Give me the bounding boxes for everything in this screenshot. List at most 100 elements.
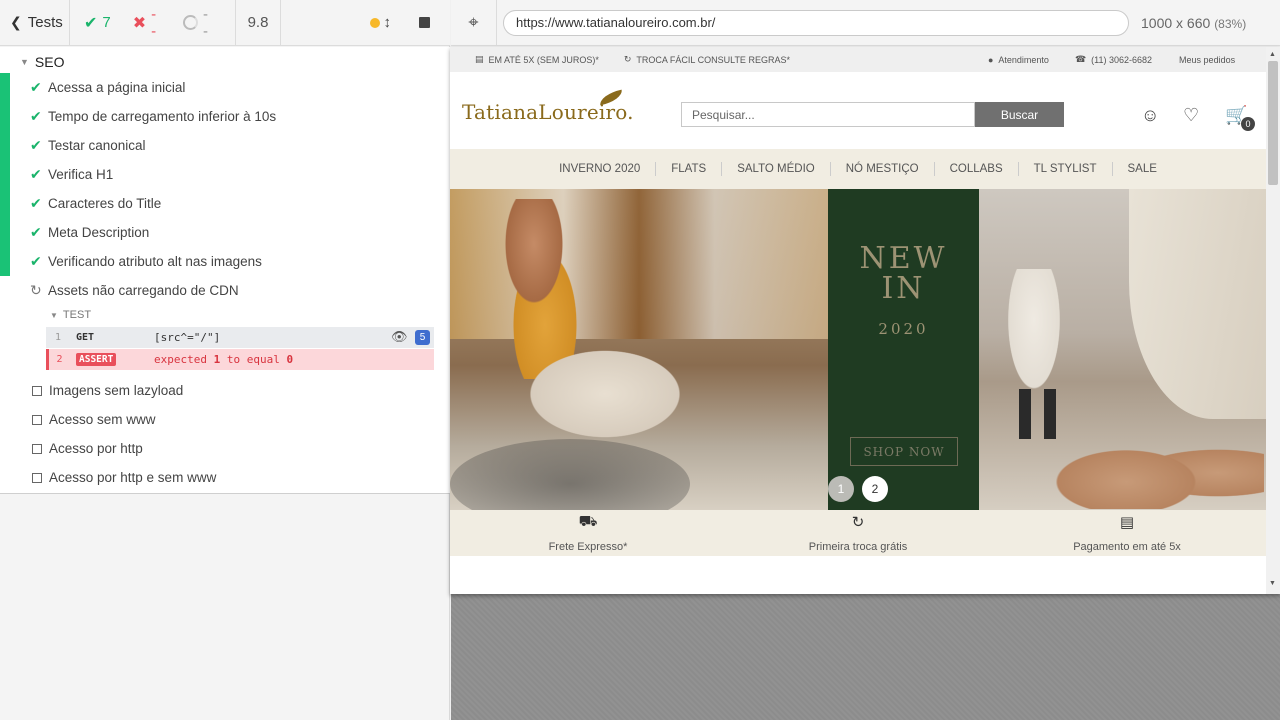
- site-nav: INVERNO 2020 FLATS SALTO MÉDIO NÓ MESTIÇ…: [450, 149, 1266, 189]
- refresh-icon: ↻: [30, 282, 42, 298]
- test-item[interactable]: ✔ Caracteres do Title: [30, 189, 161, 218]
- shop-now-button[interactable]: SHOP NOW: [850, 437, 958, 466]
- test-title: Assets não carregando de CDN: [48, 283, 239, 298]
- benefit-shipping: ⛟ Frete Expresso*: [488, 510, 688, 556]
- runner-controls: ↕: [281, 0, 450, 46]
- test-item-pending[interactable]: Acesso por http e sem www: [30, 463, 216, 492]
- stop-button[interactable]: [419, 17, 430, 28]
- test-title: Testar canonical: [48, 138, 146, 153]
- passed-indicator-bar: [0, 73, 10, 276]
- benefit-label: Pagamento em até 5x: [1073, 541, 1181, 553]
- test-title: Verifica H1: [48, 167, 114, 182]
- test-item[interactable]: ✔ Acessa a página inicial: [30, 73, 185, 102]
- test-item-running[interactable]: ↻ Assets não carregando de CDN: [30, 276, 239, 305]
- heart-icon[interactable]: ♡: [1183, 105, 1199, 126]
- test-item[interactable]: ✔ Testar canonical: [30, 131, 146, 160]
- slider-dot-1[interactable]: 1: [828, 476, 854, 502]
- benefits-bar: ⛟ Frete Expresso* ↻ Primeira troca grátis …: [450, 510, 1266, 556]
- topbar-text: EM ATÉ 5X (SEM JUROS)*: [488, 54, 599, 65]
- nav-item[interactable]: SALTO MÉDIO: [722, 162, 831, 176]
- viewport-zoom: (83%): [1214, 16, 1247, 31]
- square-icon: [32, 443, 42, 454]
- cross-icon: ✖: [132, 14, 147, 32]
- topbar-text: Atendimento: [998, 54, 1049, 65]
- nav-item[interactable]: SALE: [1113, 162, 1172, 176]
- check-icon: ✔: [84, 14, 98, 32]
- test-item[interactable]: ✔ Tempo de carregamento inferior à 10s: [30, 102, 276, 131]
- section-label-text: TEST: [62, 309, 92, 321]
- caret-down-icon: ▼: [50, 310, 58, 320]
- command-row-failed[interactable]: 2 ASSERT expected 1 to equal 0: [46, 349, 434, 370]
- selector-playground-button[interactable]: ⌖: [451, 0, 497, 46]
- site-topbar: ▤ EM ATÉ 5X (SEM JUROS)* ↻ TROCA FÁCIL CON…: [450, 47, 1266, 72]
- passed-stat: ✔ 7: [84, 13, 111, 33]
- test-title: Acesso por http: [49, 441, 143, 456]
- command-number: 1: [54, 332, 62, 343]
- page-scrollbar[interactable]: ▲ ▼: [1266, 47, 1280, 594]
- nav-item[interactable]: COLLABS: [935, 162, 1019, 176]
- msg-part: to equal: [220, 353, 287, 366]
- search-input[interactable]: Pesquisar...: [681, 102, 975, 127]
- check-icon: ✔: [30, 137, 42, 153]
- test-item[interactable]: ✔ Verifica H1: [30, 160, 113, 189]
- headline-line: IN: [881, 271, 926, 306]
- viewport-info[interactable]: 1000 x 660 (83%): [1141, 15, 1246, 31]
- truck-icon: ⛟: [578, 513, 598, 530]
- check-icon: ✔: [30, 166, 42, 182]
- aut-header: ⌖ https://www.tatianaloureiro.com.br/ 10…: [451, 0, 1280, 46]
- nav-item[interactable]: TL STYLIST: [1019, 162, 1113, 176]
- test-title: Acessa a página inicial: [48, 80, 186, 95]
- topbar-exchange[interactable]: ↻ TROCA FÁCIL CONSULTE REGRAS*: [624, 54, 790, 65]
- user-icon[interactable]: ☺: [1141, 105, 1159, 126]
- test-item-pending[interactable]: Imagens sem lazyload: [30, 376, 183, 405]
- test-item-pending[interactable]: Acesso sem www: [30, 405, 156, 434]
- test-item-pending[interactable]: Acesso por http: [30, 434, 143, 463]
- promo-headline: NEW IN: [828, 244, 979, 304]
- site-logo[interactable]: TatianaLoureiro.: [462, 100, 634, 124]
- suite-title-text: SEO: [34, 54, 65, 70]
- command-block: ▼ TEST 1 GET [src^="/"] 👁 5 2 ASSERT exp…: [46, 307, 434, 370]
- passed-count: 7: [102, 14, 111, 31]
- command-row[interactable]: 1 GET [src^="/"] 👁 5: [46, 327, 434, 348]
- topbar-installments[interactable]: ▤ EM ATÉ 5X (SEM JUROS)*: [475, 54, 599, 65]
- msg-part: expected: [154, 353, 214, 366]
- benefit-label: Primeira troca grátis: [808, 541, 908, 553]
- tests-button[interactable]: ❮ Tests: [0, 0, 70, 46]
- topbar-text: TROCA FÁCIL CONSULTE REGRAS*: [636, 54, 790, 65]
- square-icon: [32, 472, 42, 483]
- viewport-size: 1000 x 660: [1141, 14, 1211, 31]
- benefit-label: Frete Expresso*: [548, 541, 628, 553]
- suite-title[interactable]: ▼ SEO: [20, 52, 65, 72]
- test-item[interactable]: ✔ Verificando atributo alt nas imagens: [30, 247, 262, 276]
- test-item[interactable]: ✔ Meta Description: [30, 218, 149, 247]
- nav-item[interactable]: NÓ MESTIÇO: [831, 162, 935, 176]
- url-bar[interactable]: https://www.tatianaloureiro.com.br/: [503, 9, 1129, 36]
- test-title: Meta Description: [48, 225, 150, 240]
- test-section-label[interactable]: ▼ TEST: [50, 307, 434, 323]
- aut-iframe: ▤ EM ATÉ 5X (SEM JUROS)* ↻ TROCA FÁCIL CON…: [450, 47, 1280, 594]
- runner-panel: ❮ Tests ✔ 7 ✖ -- -- 9.8 ↕ ▼ SEO ✔ Acessa…: [0, 0, 450, 720]
- caret-down-icon: ▼: [20, 57, 29, 67]
- promo-panel: NEW IN 2020 SHOP NOW: [828, 189, 979, 510]
- nav-item[interactable]: INVERNO 2020: [544, 162, 657, 176]
- banner-photo-right: [979, 189, 1266, 510]
- headline-line: NEW: [859, 241, 948, 276]
- scroll-thumb[interactable]: [1268, 61, 1278, 185]
- topbar-text: Meus pedidos: [1179, 54, 1236, 65]
- topbar-orders[interactable]: Meus pedidos: [1179, 55, 1235, 65]
- credit-card-icon: ▤: [475, 54, 484, 64]
- test-title: Tempo de carregamento inferior à 10s: [48, 109, 277, 124]
- command-log-area: ▼ SEO ✔ Acessa a página inicial ✔ Tempo de…: [0, 47, 450, 494]
- scroll-down-arrow-icon[interactable]: ▼: [1269, 580, 1276, 587]
- search-button[interactable]: Buscar: [975, 102, 1064, 127]
- nav-item[interactable]: FLATS: [656, 162, 723, 176]
- topbar-phone[interactable]: ☎ (11) 3062-6682: [1075, 54, 1152, 65]
- command-message: [src^="/"]: [154, 331, 221, 344]
- topbar-support[interactable]: ● Atendimento: [988, 55, 1049, 65]
- command-name: GET: [76, 332, 95, 343]
- slider-dot-2[interactable]: 2: [862, 476, 888, 502]
- auto-scroll-toggle-icon[interactable]: ↕: [384, 14, 392, 31]
- hero-banner[interactable]: NEW IN 2020 SHOP NOW 1 2: [450, 189, 1266, 510]
- scroll-up-arrow-icon[interactable]: ▲: [1269, 51, 1276, 58]
- stats: ✔ 7 ✖ -- --: [70, 0, 236, 46]
